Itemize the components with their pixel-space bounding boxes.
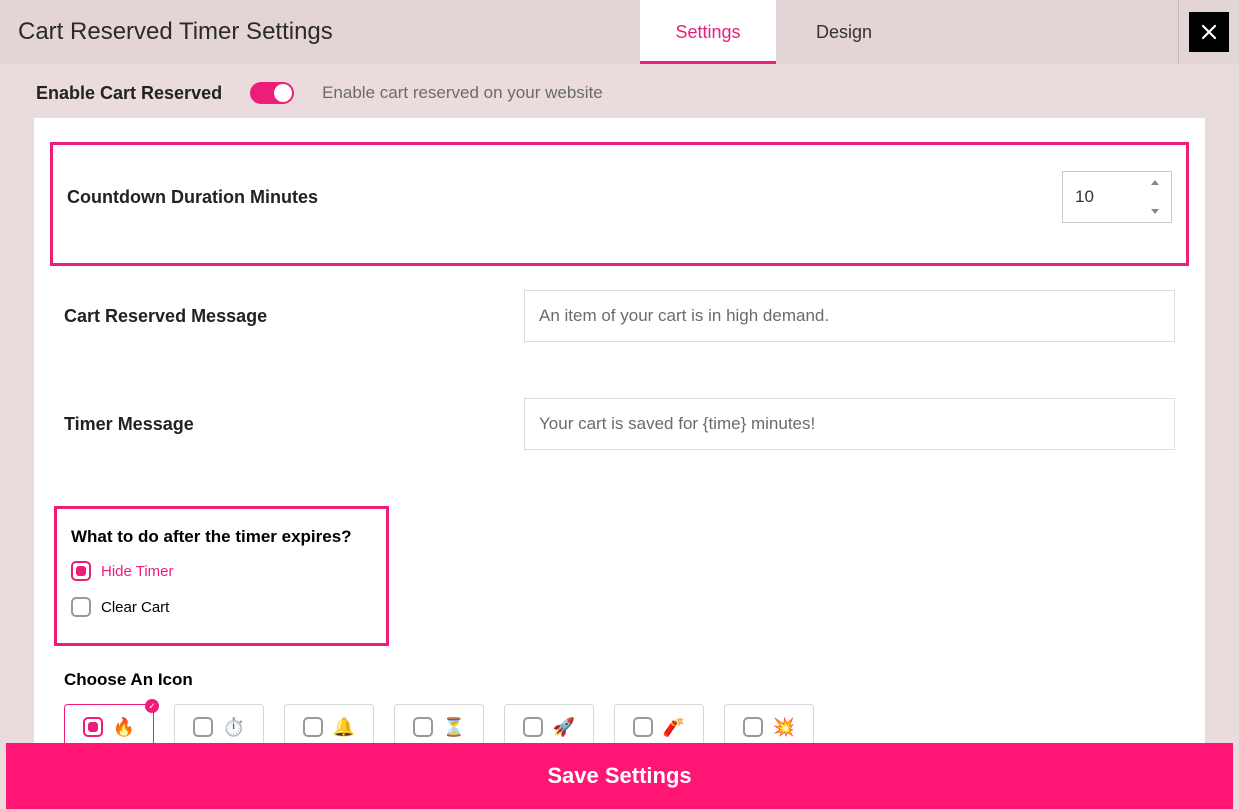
spinner	[1151, 180, 1165, 214]
stopwatch-icon: ⏱️	[223, 717, 245, 738]
bell-icon: 🔔	[333, 717, 355, 738]
close-icon	[1200, 23, 1218, 41]
enable-label: Enable Cart Reserved	[36, 83, 222, 104]
enable-row: Enable Cart Reserved Enable cart reserve…	[0, 64, 1239, 118]
expire-option-clear[interactable]: Clear Cart	[71, 597, 372, 617]
selected-badge-icon: ✓	[145, 699, 159, 713]
expire-title: What to do after the timer expires?	[71, 527, 372, 547]
save-button[interactable]: Save Settings	[6, 743, 1233, 809]
expire-option-hide[interactable]: Hide Timer	[71, 561, 372, 581]
rocket-icon: 🚀	[553, 717, 575, 738]
timer-message-label: Timer Message	[64, 414, 524, 435]
divider	[1178, 0, 1179, 64]
tabs: Settings Design	[640, 0, 912, 64]
page-title: Cart Reserved Timer Settings	[0, 0, 640, 64]
cart-message-input[interactable]	[524, 290, 1175, 342]
checkbox-icon	[633, 717, 653, 737]
checkbox-icon	[303, 717, 323, 737]
countdown-input[interactable]	[1063, 172, 1143, 222]
enable-description: Enable cart reserved on your website	[322, 83, 603, 103]
expire-option-clear-label: Clear Cart	[101, 599, 169, 616]
checkbox-icon	[83, 717, 103, 737]
checkbox-icon	[71, 597, 91, 617]
enable-toggle[interactable]	[250, 82, 294, 104]
icon-section: Choose An Icon 🔥 ✓ ⏱️ 🔔 ⏳ 🚀	[46, 670, 1193, 750]
hourglass-icon: ⏳	[443, 717, 465, 738]
cart-message-row: Cart Reserved Message	[46, 290, 1193, 342]
spinner-up[interactable]	[1151, 180, 1159, 185]
collision-icon: 💥	[773, 717, 795, 738]
cart-message-label: Cart Reserved Message	[64, 306, 524, 327]
timer-message-row: Timer Message	[46, 398, 1193, 450]
checkbox-icon	[413, 717, 433, 737]
checkbox-icon	[743, 717, 763, 737]
checkbox-icon	[193, 717, 213, 737]
expire-option-hide-label: Hide Timer	[101, 563, 174, 580]
countdown-section: Countdown Duration Minutes	[50, 142, 1189, 266]
countdown-label: Countdown Duration Minutes	[67, 187, 318, 208]
header-right	[1178, 0, 1239, 64]
countdown-input-wrap	[1062, 171, 1172, 223]
settings-panel: Countdown Duration Minutes Cart Reserved…	[34, 118, 1205, 790]
checkbox-icon	[523, 717, 543, 737]
close-button[interactable]	[1189, 12, 1229, 52]
icon-section-title: Choose An Icon	[64, 670, 1175, 690]
fire-icon: 🔥	[113, 717, 135, 738]
spinner-down[interactable]	[1151, 209, 1159, 214]
tab-design[interactable]: Design	[776, 0, 912, 64]
firecracker-icon: 🧨	[663, 717, 685, 738]
tab-settings[interactable]: Settings	[640, 0, 776, 64]
checkbox-icon	[71, 561, 91, 581]
timer-message-input[interactable]	[524, 398, 1175, 450]
header-bar: Cart Reserved Timer Settings Settings De…	[0, 0, 1239, 64]
expire-section: What to do after the timer expires? Hide…	[54, 506, 389, 646]
